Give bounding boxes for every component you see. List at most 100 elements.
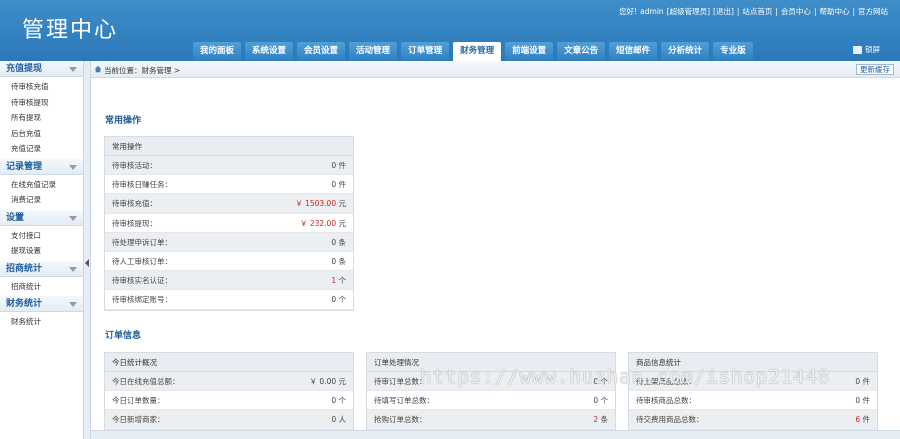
nav-tab[interactable]: 专业版 — [713, 42, 753, 61]
lock-screen-button[interactable]: 锁屏 — [853, 44, 880, 55]
sidebar-group-header[interactable]: 记录管理 — [0, 158, 83, 175]
breadcrumb: 当前位置：财务管理 > — [104, 65, 180, 76]
top-link[interactable]: 官方网站 — [858, 7, 888, 16]
nav-tab[interactable]: 我的面板 — [193, 42, 242, 61]
row-label: 待审核绑定账号： — [112, 295, 172, 305]
common-ops-panel: 常用操作 待审核活动： 0 件待审核日赚任务： 0 件待审核充值： ￥ 1503.00… — [104, 136, 354, 311]
row-value: 0 条 — [331, 252, 346, 270]
sidebar-group-header[interactable]: 充值提现 — [0, 61, 83, 77]
sidebar-item[interactable]: 所有提现 — [0, 110, 83, 126]
sidebar: 充值提现待审核充值 待审核提现 所有提现 后台充值 充值记录记录管理在线充值记录 消费记录… — [0, 61, 84, 439]
sidebar-item[interactable]: 消费记录 — [0, 192, 83, 208]
sidebar-item[interactable]: 待审核充值 — [0, 79, 83, 95]
nav-tab[interactable]: 财务管理 — [453, 42, 502, 61]
top-link[interactable]: 站点首页 — [742, 7, 772, 16]
table-row: 待人工审核订单： 0 条 — [105, 252, 353, 272]
nav-tab[interactable]: 前端设置 — [505, 42, 554, 61]
row-unit: 件 — [860, 415, 870, 425]
panel-header: 常用操作 — [105, 137, 353, 156]
sidebar-item[interactable]: 招商统计 — [0, 279, 83, 295]
sidebar-group-header[interactable]: 招商统计 — [0, 260, 83, 277]
nav-tab[interactable]: 短信邮件 — [609, 42, 658, 61]
sidebar-toggle[interactable] — [84, 61, 91, 439]
header-bar: 管理中心 您好! admin [超级管理员] [退出] | 站点首页 | 会员中心 | 帮助中心 |… — [0, 0, 900, 61]
row-value: 0 件 — [331, 175, 346, 193]
table-row: 今日订单数量： 0 个 — [105, 391, 353, 411]
nav-tab[interactable]: 活动管理 — [349, 42, 398, 61]
table-row: 待审核提现： ￥ 232.00 元 — [105, 214, 353, 233]
sidebar-item[interactable]: 后台充值 — [0, 126, 83, 142]
row-label: 待审核提现： — [112, 218, 157, 228]
row-label: 待填写订单总数： — [374, 396, 434, 406]
today-stats-panel: 今日统计概况 今日在线充值总额： ￥ 0.00 元今日订单数量： 0 个今日新增商家：… — [104, 352, 354, 431]
table-row: 待审核活动： 0 件 — [105, 156, 353, 176]
nav-tab[interactable]: 会员设置 — [297, 42, 346, 61]
table-row: 待交费用商品总数： 6 件 — [629, 410, 877, 430]
row-value-text: 0 件 — [855, 377, 870, 386]
sidebar-group-header[interactable]: 财务统计 — [0, 296, 83, 312]
sidebar-group-title: 记录管理 — [6, 161, 43, 172]
row-value-text: 0 个 — [331, 295, 346, 305]
row-label: 今日订单数量： — [112, 396, 165, 406]
table-row: 抢购订单总数： 2 条 — [367, 410, 615, 430]
row-value: 0 个 — [593, 391, 608, 409]
sidebar-group-header[interactable]: 设置 — [0, 209, 83, 226]
section-title-orders: 订单信息 — [105, 331, 142, 341]
top-link[interactable]: [退出] — [713, 7, 734, 16]
row-label: 待审核活动： — [112, 161, 157, 170]
row-value-text: ￥ 232.00 — [299, 218, 337, 228]
nav-tab[interactable]: 系统设置 — [245, 42, 294, 61]
sidebar-item[interactable]: 待审核提现 — [0, 95, 83, 111]
lock-icon — [853, 45, 862, 54]
lock-label: 锁屏 — [865, 45, 880, 54]
top-link: | — [736, 7, 740, 16]
breadcrumb-path[interactable]: 财务管理 > — [142, 66, 181, 75]
row-value: ￥ 0.00 元 — [310, 372, 346, 390]
row-unit: 元 — [336, 218, 346, 228]
top-links: 您好! admin [超级管理员] [退出] | 站点首页 | 会员中心 | 帮助中心 | 官方网站 — [616, 6, 888, 17]
row-label: 待审核日赚任务： — [112, 180, 172, 190]
sidebar-item[interactable]: 支付接口 — [0, 228, 83, 244]
top-link[interactable]: admin — [640, 7, 664, 16]
row-value-text: 0 件 — [331, 161, 346, 170]
row-value: 6 件 — [855, 410, 870, 428]
row-value-text: 0 件 — [331, 180, 346, 190]
top-link: 您好! — [619, 7, 638, 16]
table-row: 待审核充值： ￥ 1503.00 元 — [105, 194, 353, 214]
sidebar-item[interactable]: 在线充值记录 — [0, 177, 83, 193]
row-value-text: 0 条 — [331, 256, 346, 266]
row-value: 1 个 — [331, 271, 346, 289]
row-label: 待处理申诉订单： — [112, 237, 172, 247]
top-link[interactable]: [超级管理员] — [667, 7, 710, 16]
row-value-text: 0 个 — [593, 396, 608, 406]
goods-stats-panel: 商品信息统计 待上架商品总数： 0 件待审核商品总数： 0 件待交费用商品总数： 6 件 — [628, 352, 878, 431]
row-label: 待审核商品总数： — [636, 396, 696, 406]
row-label: 今日新增商家： — [112, 415, 165, 425]
top-link[interactable]: 会员中心 — [781, 7, 811, 16]
row-value: 2 条 — [593, 410, 608, 428]
collapse-arrow-icon — [85, 259, 89, 267]
row-label: 今日在线充值总额： — [112, 377, 180, 386]
row-value: 0 件 — [855, 372, 870, 390]
chevron-down-icon — [69, 164, 77, 170]
top-link[interactable]: 帮助中心 — [819, 7, 849, 16]
table-row: 待处理申诉订单： 0 条 — [105, 232, 353, 252]
top-link: | — [852, 7, 855, 16]
sidebar-item[interactable]: 提现设置 — [0, 243, 83, 259]
sidebar-group-title: 财务统计 — [6, 299, 43, 309]
sidebar-item[interactable]: 充值记录 — [0, 141, 83, 157]
row-value-text: ￥ 1503.00 — [295, 199, 337, 209]
section-title-common: 常用操作 — [105, 116, 142, 126]
table-row: 待审核日赚任务： 0 件 — [105, 175, 353, 195]
row-value-text: 0 件 — [855, 396, 870, 406]
sidebar-item[interactable]: 财务统计 — [0, 314, 83, 330]
refresh-cache-button[interactable]: 更新缓存 — [856, 64, 894, 75]
order-status-panel: 订单处理情况 待审订单总数： 0 个待填写订单总数： 0 个抢购订单总数： 2 条 — [366, 352, 616, 431]
row-label: 待审核实名认证： — [112, 276, 172, 286]
row-unit: 条 — [598, 415, 608, 425]
nav-tab[interactable]: 文章公告 — [557, 42, 606, 61]
nav-tab[interactable]: 订单管理 — [401, 42, 450, 61]
row-value: 0 条 — [331, 233, 346, 251]
row-value-text: ￥ 0.00 元 — [309, 377, 346, 386]
nav-tab[interactable]: 分析统计 — [661, 42, 710, 61]
